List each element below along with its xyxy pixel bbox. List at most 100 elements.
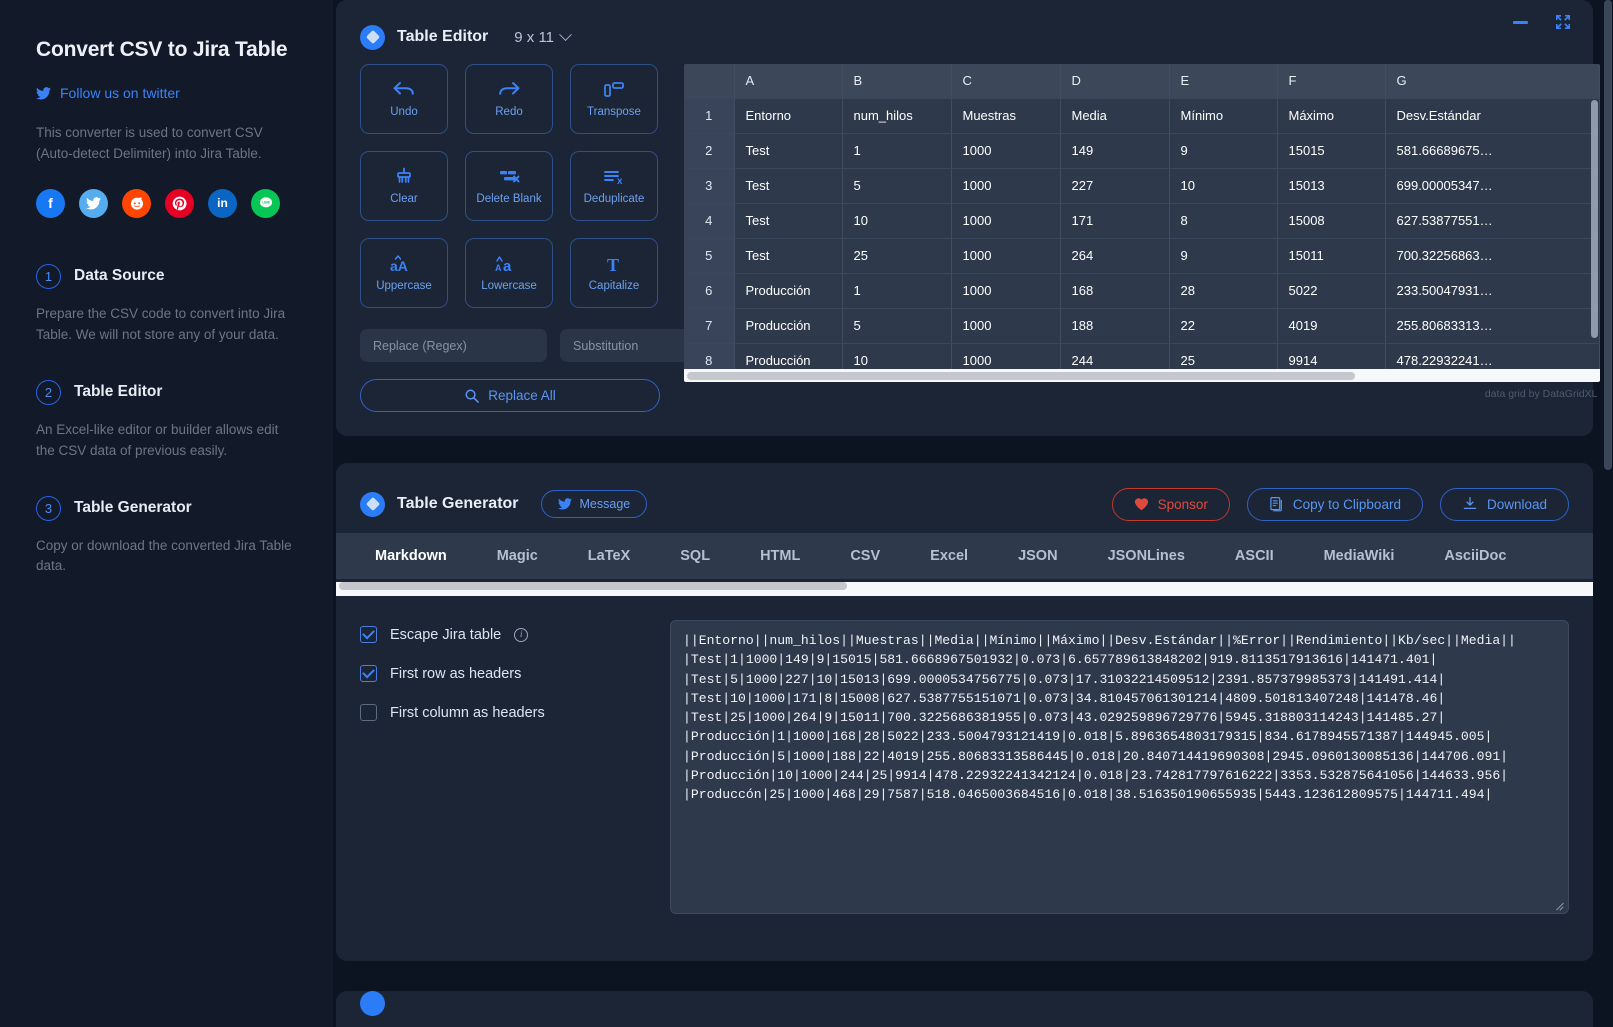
cell[interactable]: 149 bbox=[1060, 133, 1170, 169]
tab-mediawiki[interactable]: MediaWiki bbox=[1299, 533, 1420, 579]
cell[interactable]: 255.80683313… bbox=[1385, 308, 1600, 344]
cell[interactable]: 627.53877551… bbox=[1385, 203, 1600, 239]
cell[interactable]: 15013 bbox=[1277, 168, 1386, 204]
table-row[interactable]: 7 Producción 5 1000 188 22 4019 255.80683313… bbox=[684, 308, 1600, 344]
grid-dimensions-selector[interactable]: 9 x 11 bbox=[514, 27, 572, 46]
tab-magic[interactable]: Magic bbox=[472, 533, 563, 579]
cell[interactable]: 4019 bbox=[1277, 308, 1386, 344]
column-header-g[interactable]: G bbox=[1385, 64, 1600, 99]
row-number[interactable]: 1 bbox=[684, 98, 735, 134]
textarea-resize-handle[interactable] bbox=[1555, 900, 1566, 911]
tab-markdown[interactable]: Markdown bbox=[350, 533, 472, 579]
option-first-row-as-headers[interactable]: First row as headers bbox=[360, 665, 650, 682]
table-row[interactable]: 2 Test 1 1000 149 9 15015 581.66689675… bbox=[684, 133, 1600, 169]
cell[interactable]: 227 bbox=[1060, 168, 1170, 204]
cell[interactable]: Muestras bbox=[951, 98, 1061, 134]
tab-csv[interactable]: CSV bbox=[825, 533, 905, 579]
delete-blank-button[interactable]: Delete Blank bbox=[465, 151, 553, 221]
copy-to-clipboard-button[interactable]: Copy to Clipboard bbox=[1246, 487, 1423, 521]
message-button[interactable]: Message bbox=[540, 490, 648, 518]
cell[interactable]: Desv.Estándar bbox=[1385, 98, 1600, 134]
cell[interactable]: 5 bbox=[842, 308, 952, 344]
cell[interactable]: 1000 bbox=[951, 203, 1061, 239]
row-number[interactable]: 6 bbox=[684, 273, 735, 309]
linkedin-share-icon[interactable]: in bbox=[208, 188, 237, 218]
cell[interactable]: 5 bbox=[842, 168, 952, 204]
cell[interactable]: Media bbox=[1060, 98, 1170, 134]
expand-icon[interactable] bbox=[1555, 14, 1571, 30]
cell[interactable]: Producción bbox=[734, 308, 843, 344]
escape-jira-table-checkbox[interactable] bbox=[360, 626, 377, 643]
page-scrollbar[interactable] bbox=[1604, 0, 1612, 1027]
clear-button[interactable]: Clear bbox=[360, 151, 448, 221]
column-header-c[interactable]: C bbox=[951, 64, 1061, 99]
cell[interactable]: 1000 bbox=[951, 133, 1061, 169]
cell[interactable]: 10 bbox=[1169, 168, 1278, 204]
cell[interactable]: 1 bbox=[842, 273, 952, 309]
cell[interactable]: 15015 bbox=[1277, 133, 1386, 169]
cell[interactable]: 168 bbox=[1060, 273, 1170, 309]
cell[interactable]: 1000 bbox=[951, 168, 1061, 204]
cell[interactable]: 8 bbox=[1169, 203, 1278, 239]
cell[interactable]: 188 bbox=[1060, 308, 1170, 344]
cell[interactable]: 15008 bbox=[1277, 203, 1386, 239]
cell[interactable]: Entorno bbox=[734, 98, 843, 134]
jira-output-textarea[interactable] bbox=[671, 621, 1568, 913]
first-row-as-headers-checkbox[interactable] bbox=[360, 665, 377, 682]
line-share-icon[interactable]: LINE bbox=[251, 188, 280, 218]
cell[interactable]: Mínimo bbox=[1169, 98, 1278, 134]
deduplicate-button[interactable]: x Deduplicate bbox=[570, 151, 658, 221]
sponsor-button[interactable]: Sponsor bbox=[1111, 487, 1230, 521]
row-number[interactable]: 3 bbox=[684, 168, 735, 204]
cell[interactable]: Test bbox=[734, 133, 843, 169]
lowercase-button[interactable]: A a Lowercase bbox=[465, 238, 553, 308]
option-first-column-as-headers[interactable]: First column as headers bbox=[360, 704, 650, 721]
cell[interactable]: 171 bbox=[1060, 203, 1170, 239]
cell[interactable]: num_hilos bbox=[842, 98, 952, 134]
cell[interactable]: 9 bbox=[1169, 133, 1278, 169]
undo-button[interactable]: Undo bbox=[360, 64, 448, 134]
option-escape-jira-table[interactable]: Escape Jira table i bbox=[360, 626, 650, 643]
table-row[interactable]: 4 Test 10 1000 171 8 15008 627.53877551… bbox=[684, 203, 1600, 239]
follow-twitter-link[interactable]: Follow us on twitter bbox=[36, 85, 297, 101]
facebook-share-icon[interactable]: f bbox=[36, 188, 65, 218]
tab-ascii[interactable]: ASCII bbox=[1210, 533, 1299, 579]
cell[interactable]: 264 bbox=[1060, 238, 1170, 274]
cell[interactable]: 28 bbox=[1169, 273, 1278, 309]
table-row[interactable]: 1 Entorno num_hilos Muestras Media Mínimo Máxi… bbox=[684, 98, 1600, 134]
cell[interactable]: 1000 bbox=[951, 308, 1061, 344]
table-row[interactable]: 5 Test 25 1000 264 9 15011 700.32256863… bbox=[684, 238, 1600, 274]
column-header-e[interactable]: E bbox=[1169, 64, 1278, 99]
first-column-as-headers-checkbox[interactable] bbox=[360, 704, 377, 721]
pinterest-share-icon[interactable] bbox=[165, 188, 194, 218]
info-icon[interactable]: i bbox=[514, 627, 529, 642]
cell[interactable]: Máximo bbox=[1277, 98, 1386, 134]
cell[interactable]: 25 bbox=[842, 238, 952, 274]
cell[interactable]: 1 bbox=[842, 133, 952, 169]
transpose-button[interactable]: Transpose bbox=[570, 64, 658, 134]
cell[interactable]: 9 bbox=[1169, 238, 1278, 274]
cell[interactable]: 1000 bbox=[951, 238, 1061, 274]
tab-excel[interactable]: Excel bbox=[905, 533, 993, 579]
cell[interactable]: 233.50047931… bbox=[1385, 273, 1600, 309]
cell[interactable]: 1000 bbox=[951, 273, 1061, 309]
row-number[interactable]: 2 bbox=[684, 133, 735, 169]
cell[interactable]: Test bbox=[734, 238, 843, 274]
column-header-d[interactable]: D bbox=[1060, 64, 1170, 99]
cell[interactable]: 15011 bbox=[1277, 238, 1386, 274]
capitalize-button[interactable]: T Capitalize bbox=[570, 238, 658, 308]
reddit-share-icon[interactable] bbox=[122, 188, 151, 218]
column-header-a[interactable]: A bbox=[734, 64, 843, 99]
cell[interactable]: Test bbox=[734, 168, 843, 204]
tab-asciidoc[interactable]: AsciiDoc bbox=[1419, 533, 1531, 579]
cell[interactable]: 581.66689675… bbox=[1385, 133, 1600, 169]
tab-sql[interactable]: SQL bbox=[655, 533, 735, 579]
grid-vertical-scrollbar[interactable] bbox=[1590, 100, 1598, 374]
tab-json[interactable]: JSON bbox=[993, 533, 1083, 579]
cell[interactable]: 5022 bbox=[1277, 273, 1386, 309]
table-row[interactable]: 3 Test 5 1000 227 10 15013 699.00005347… bbox=[684, 168, 1600, 204]
row-number[interactable]: 4 bbox=[684, 203, 735, 239]
grid-horizontal-scrollbar[interactable] bbox=[684, 369, 1600, 382]
row-number[interactable]: 5 bbox=[684, 238, 735, 274]
cell[interactable]: 700.32256863… bbox=[1385, 238, 1600, 274]
